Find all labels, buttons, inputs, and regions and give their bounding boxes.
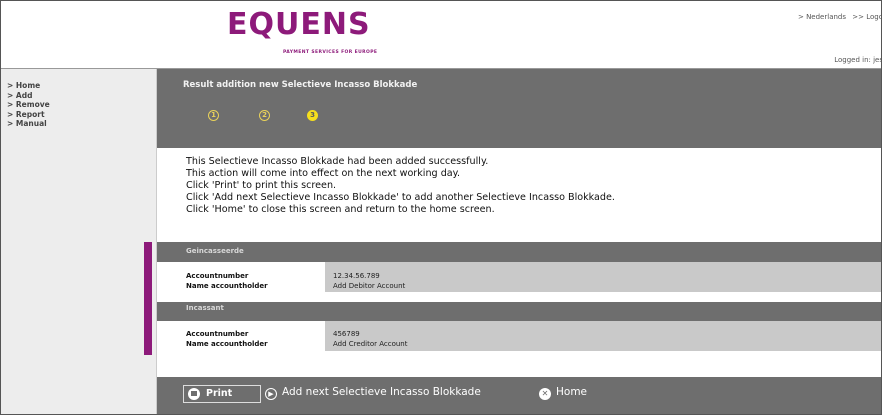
message-line: This action will come into effect on the… [186,168,461,179]
step-1-indicator: 1 [208,110,219,121]
sidebar-item-report[interactable]: > Report [7,110,156,120]
message-line: Click 'Home' to close this screen and re… [186,204,495,215]
print-label: Print [206,388,233,399]
app-frame: EQUENS PAYMENT SERVICES FOR EUROPE > Ned… [0,0,882,415]
section-header-incassant: Incassant [157,302,881,321]
close-icon: ✕ [539,388,551,400]
header: EQUENS PAYMENT SERVICES FOR EUROPE > Ned… [1,1,882,69]
logo-tagline: PAYMENT SERVICES FOR EUROPE [283,50,378,55]
result-banner: Result addition new Selectieve Incasso B… [157,69,881,148]
link-nederlands[interactable]: > Nederlands [798,13,846,21]
message-line: Click 'Add next Selectieve Incasso Blokk… [186,192,615,203]
print-button[interactable]: Print [183,385,261,403]
sidebar-item-manual[interactable]: > Manual [7,119,156,129]
action-footer: Print ▶ Add next Selectieve Incasso Blokk… [157,377,881,414]
debtor-details: Accountnumber Name accountholder 12.34.5… [157,262,881,292]
result-message: This Selectieve Incasso Blokkade had bee… [186,156,615,216]
sidebar-item-add[interactable]: > Add [7,91,156,101]
field-value: 12.34.56.789 [333,272,380,280]
printer-icon [188,388,200,400]
creditor-details: Accountnumber Name accountholder 456789 … [157,321,881,351]
field-label: Name accountholder [186,340,268,348]
message-line: This Selectieve Incasso Blokkade had bee… [186,156,489,167]
field-label: Accountnumber [186,330,249,338]
home-button[interactable]: ✕ Home [539,386,587,400]
field-label: Name accountholder [186,282,268,290]
home-label: Home [556,386,588,398]
message-line: Click 'Print' to print this screen. [186,180,337,191]
step-2-indicator: 2 [259,110,270,121]
logo-wordmark: EQUENS [227,7,371,42]
logged-in-text: Logged in: jes [834,56,882,64]
field-value: 456789 [333,330,360,338]
add-next-button[interactable]: ▶ Add next Selectieve Incasso Blokkade [265,386,481,400]
section-header-geincasseerde: Geincasseerde [157,242,881,262]
sidebar-item-remove[interactable]: > Remove [7,100,156,110]
arrow-right-icon: ▶ [265,388,277,400]
sidebar-item-home[interactable]: > Home [7,81,156,91]
field-value: Add Debitor Account [333,282,406,290]
field-label: Accountnumber [186,272,249,280]
link-logout[interactable]: >> Logo [852,13,881,21]
equens-logo: EQUENS PAYMENT SERVICES FOR EUROPE [227,7,397,63]
step-3-indicator: 3 [307,110,318,121]
field-value: Add Creditor Account [333,340,408,348]
language-links: > Nederlands >> Logo [794,13,881,21]
add-next-label: Add next Selectieve Incasso Blokkade [282,386,481,398]
accent-bar [144,242,152,355]
page-title: Result addition new Selectieve Incasso B… [183,80,418,90]
sidebar: > Home > Add > Remove > Report > Manual [1,69,157,414]
